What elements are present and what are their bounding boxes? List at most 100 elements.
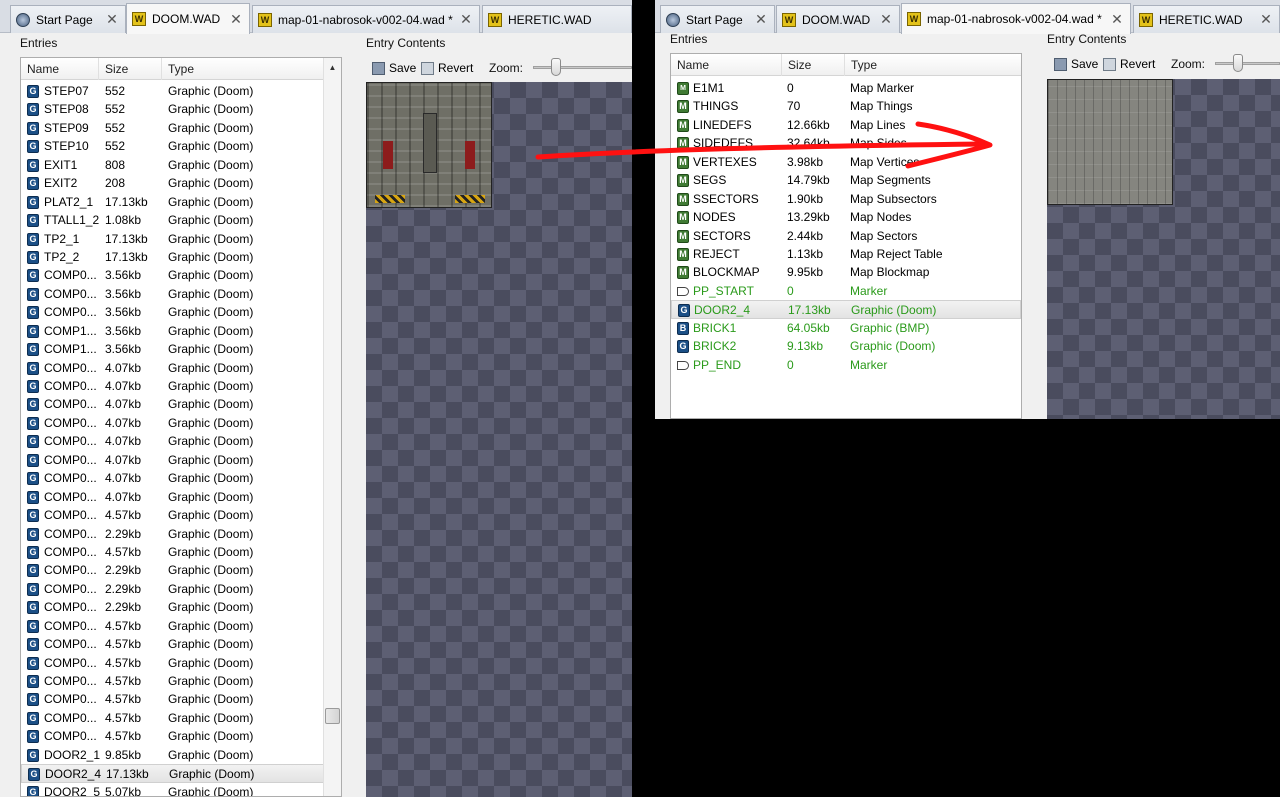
graphic-entry-icon bbox=[27, 195, 39, 209]
map-lump-icon bbox=[677, 211, 689, 225]
column-header-type[interactable]: Type bbox=[845, 54, 1021, 76]
list-item[interactable]: COMP0... 4.57kb Graphic (Doom) bbox=[21, 654, 341, 672]
save-button[interactable]: Save bbox=[372, 61, 416, 75]
list-item[interactable]: STEP10 552 Graphic (Doom) bbox=[21, 137, 341, 155]
list-item[interactable]: COMP0... 4.07kb Graphic (Doom) bbox=[21, 488, 341, 506]
entry-type: Graphic (Doom) bbox=[168, 397, 254, 412]
tab-map-wad[interactable]: W map-01-nabrosok-v002-04.wad * ✕ bbox=[901, 3, 1131, 34]
list-item[interactable]: COMP0... 4.57kb Graphic (Doom) bbox=[21, 617, 341, 635]
list-item[interactable]: COMP0... 4.57kb Graphic (Doom) bbox=[21, 506, 341, 524]
entry-type: Graphic (Doom) bbox=[851, 303, 937, 318]
save-button[interactable]: Save bbox=[1054, 57, 1098, 71]
list-item[interactable]: SECTORS 2.44kb Map Sectors bbox=[671, 227, 1021, 245]
list-item[interactable]: COMP0... 4.57kb Graphic (Doom) bbox=[21, 635, 341, 653]
tab-start-page[interactable]: Start Page ✕ bbox=[10, 5, 126, 33]
list-item[interactable]: COMP0... 2.29kb Graphic (Doom) bbox=[21, 561, 341, 579]
list-item[interactable]: COMP0... 3.56kb Graphic (Doom) bbox=[21, 303, 341, 321]
list-item[interactable]: COMP0... 2.29kb Graphic (Doom) bbox=[21, 580, 341, 598]
list-item[interactable]: BRICK1 64.05kb Graphic (BMP) bbox=[671, 319, 1021, 337]
list-item[interactable]: PLAT2_1 17.13kb Graphic (Doom) bbox=[21, 193, 341, 211]
list-item[interactable]: TP2_2 17.13kb Graphic (Doom) bbox=[21, 248, 341, 266]
list-item[interactable]: STEP08 552 Graphic (Doom) bbox=[21, 100, 341, 118]
list-item[interactable]: SIDEDEFS 32.64kb Map Sides bbox=[671, 134, 1021, 152]
list-item[interactable]: COMP0... 4.57kb Graphic (Doom) bbox=[21, 709, 341, 727]
list-item[interactable]: COMP0... 3.56kb Graphic (Doom) bbox=[21, 285, 341, 303]
entry-size: 4.07kb bbox=[105, 360, 142, 375]
list-item[interactable]: COMP0... 4.07kb Graphic (Doom) bbox=[21, 432, 341, 450]
scroll-up-arrow-icon[interactable]: ▲ bbox=[324, 60, 341, 76]
image-preview-canvas[interactable] bbox=[366, 82, 632, 797]
entry-size: 552 bbox=[105, 84, 126, 98]
list-item[interactable]: COMP0... 3.56kb Graphic (Doom) bbox=[21, 266, 341, 284]
list-item[interactable]: DOOR2_5 5.07kb Graphic (Doom) bbox=[21, 783, 341, 796]
revert-button[interactable]: Revert bbox=[1103, 57, 1155, 71]
column-header-type[interactable]: Type bbox=[162, 58, 326, 80]
list-item[interactable]: SEGS 14.79kb Map Segments bbox=[671, 171, 1021, 189]
entry-type: Graphic (Doom) bbox=[168, 526, 254, 541]
column-header-name[interactable]: Name bbox=[21, 58, 99, 80]
column-header-size[interactable]: Size bbox=[782, 54, 845, 76]
list-item[interactable]: NODES 13.29kb Map Nodes bbox=[671, 208, 1021, 226]
close-icon[interactable]: ✕ bbox=[229, 11, 243, 28]
list-item[interactable]: STEP07 552 Graphic (Doom) bbox=[21, 82, 341, 100]
list-item[interactable]: COMP0... 4.57kb Graphic (Doom) bbox=[21, 727, 341, 745]
list-item[interactable]: COMP0... 4.57kb Graphic (Doom) bbox=[21, 672, 341, 690]
list-item[interactable]: THINGS 70 Map Things bbox=[671, 97, 1021, 115]
list-item[interactable]: STEP09 552 Graphic (Doom) bbox=[21, 119, 341, 137]
list-item[interactable]: COMP0... 4.07kb Graphic (Doom) bbox=[21, 359, 341, 377]
scrollbar-thumb[interactable] bbox=[325, 708, 340, 724]
list-item[interactable]: COMP0... 4.07kb Graphic (Doom) bbox=[21, 469, 341, 487]
list-item[interactable]: REJECT 1.13kb Map Reject Table bbox=[671, 245, 1021, 263]
list-item[interactable]: PP_START 0 Marker bbox=[671, 282, 1021, 300]
list-item[interactable]: COMP0... 4.07kb Graphic (Doom) bbox=[21, 414, 341, 432]
list-item[interactable]: COMP0... 4.57kb Graphic (Doom) bbox=[21, 690, 341, 708]
list-item[interactable]: VERTEXES 3.98kb Map Vertices bbox=[671, 153, 1021, 171]
entry-list-scrollbar[interactable]: ▲ bbox=[323, 58, 341, 796]
close-icon[interactable]: ✕ bbox=[879, 11, 893, 28]
image-preview-canvas[interactable] bbox=[1047, 79, 1280, 419]
tab-start-page[interactable]: Start Page ✕ bbox=[660, 5, 775, 33]
list-item[interactable]: LINEDEFS 12.66kb Map Lines bbox=[671, 116, 1021, 134]
column-header-size[interactable]: Size bbox=[99, 58, 162, 80]
list-item[interactable]: COMP0... 4.57kb Graphic (Doom) bbox=[21, 543, 341, 561]
close-icon[interactable]: ✕ bbox=[754, 11, 768, 28]
list-item[interactable]: BRICK2 9.13kb Graphic (Doom) bbox=[671, 337, 1021, 355]
entry-list[interactable]: Name Size Type STEP07552Graphic (Doom)ST… bbox=[20, 57, 342, 797]
texture-detail bbox=[465, 141, 475, 169]
list-item[interactable]: BLOCKMAP 9.95kb Map Blockmap bbox=[671, 263, 1021, 281]
list-item[interactable]: COMP0... 2.29kb Graphic (Doom) bbox=[21, 525, 341, 543]
tab-map-wad[interactable]: W map-01-nabrosok-v002-04.wad * ✕ bbox=[252, 5, 480, 33]
list-item[interactable]: EXIT1 808 Graphic (Doom) bbox=[21, 156, 341, 174]
zoom-slider[interactable] bbox=[1215, 62, 1280, 65]
zoom-slider-handle[interactable] bbox=[1233, 54, 1243, 72]
list-item[interactable]: PP_END 0 Marker bbox=[671, 356, 1021, 374]
close-icon[interactable]: ✕ bbox=[459, 11, 473, 28]
close-icon[interactable]: ✕ bbox=[105, 11, 119, 28]
list-item[interactable]: TP2_1 17.13kb Graphic (Doom) bbox=[21, 230, 341, 248]
list-item[interactable]: DOOR2_1 9.85kb Graphic (Doom) bbox=[21, 746, 341, 764]
zoom-slider-handle[interactable] bbox=[551, 58, 561, 76]
zoom-slider[interactable] bbox=[533, 66, 632, 69]
list-item[interactable]: E1M1 0 Map Marker bbox=[671, 79, 1021, 97]
list-item[interactable]: DOOR2_4 17.13kb Graphic (Doom) bbox=[21, 764, 341, 783]
close-icon[interactable]: ✕ bbox=[1110, 11, 1124, 28]
entry-name: STEP09 bbox=[44, 120, 89, 135]
tab-heretic-wad[interactable]: W HERETIC.WAD ✕ bbox=[1133, 5, 1280, 33]
column-header-name[interactable]: Name bbox=[671, 54, 782, 76]
list-item[interactable]: COMP0... 4.07kb Graphic (Doom) bbox=[21, 377, 341, 395]
entry-list[interactable]: Name Size Type E1M1 0 Map Marker THINGS 70 Ma… bbox=[670, 53, 1022, 419]
tab-doom-wad[interactable]: W DOOM.WAD ✕ bbox=[126, 3, 250, 34]
list-item[interactable]: TTALL1_2 1.08kb Graphic (Doom) bbox=[21, 211, 341, 229]
list-item[interactable]: COMP0... 2.29kb Graphic (Doom) bbox=[21, 598, 341, 616]
list-item[interactable]: COMP1... 3.56kb Graphic (Doom) bbox=[21, 340, 341, 358]
close-icon[interactable]: ✕ bbox=[1259, 11, 1273, 28]
tab-doom-wad[interactable]: W DOOM.WAD ✕ bbox=[776, 5, 900, 33]
list-item[interactable]: SSECTORS 1.90kb Map Subsectors bbox=[671, 190, 1021, 208]
list-item[interactable]: DOOR2_4 17.13kb Graphic (Doom) bbox=[671, 300, 1021, 319]
list-item[interactable]: COMP0... 4.07kb Graphic (Doom) bbox=[21, 451, 341, 469]
tab-heretic-wad[interactable]: W HERETIC.WAD bbox=[482, 5, 632, 33]
list-item[interactable]: COMP1... 3.56kb Graphic (Doom) bbox=[21, 322, 341, 340]
revert-button[interactable]: Revert bbox=[421, 61, 473, 75]
list-item[interactable]: COMP0... 4.07kb Graphic (Doom) bbox=[21, 395, 341, 413]
list-item[interactable]: EXIT2 208 Graphic (Doom) bbox=[21, 174, 341, 192]
